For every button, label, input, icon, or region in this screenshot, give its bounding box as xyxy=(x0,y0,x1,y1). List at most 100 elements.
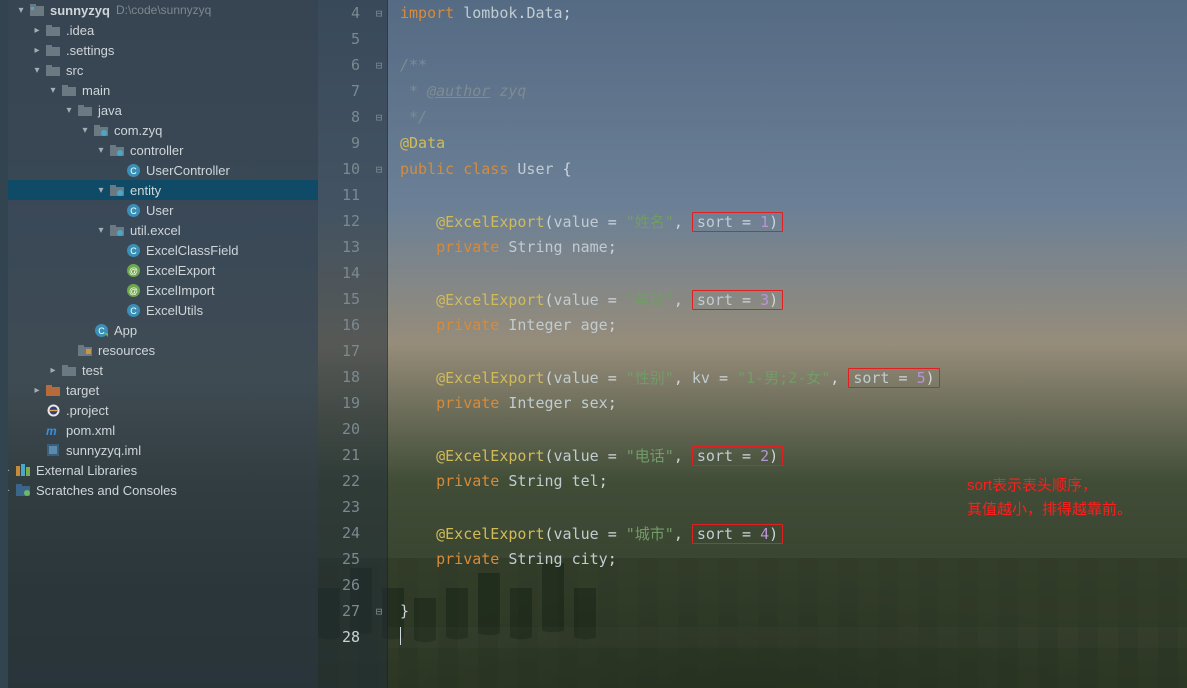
caret-down-icon[interactable]: ▾ xyxy=(78,125,92,136)
code-line[interactable]: 20 xyxy=(318,416,1187,442)
annG-icon: @ xyxy=(124,264,142,277)
caret-right-icon[interactable]: ▸ xyxy=(30,25,44,36)
caret-down-icon[interactable]: ▾ xyxy=(14,5,28,16)
code-content[interactable]: @Data xyxy=(388,134,1187,152)
tree-item-test[interactable]: ▸test xyxy=(0,360,318,380)
tree-item-ExcelUtils[interactable]: ·CExcelUtils xyxy=(0,300,318,320)
code-line[interactable]: 26 xyxy=(318,572,1187,598)
code-content[interactable]: * @author zyq xyxy=(388,82,1187,100)
code-line[interactable]: 15 @ExcelExport(value = "年龄", sort = 3) xyxy=(318,286,1187,312)
code-line[interactable]: 4⊟import lombok.Data; xyxy=(318,0,1187,26)
caret-down-icon[interactable]: ▾ xyxy=(46,85,60,96)
fold-toggle[interactable]: ⊟ xyxy=(370,163,388,176)
tree-item--idea[interactable]: ▸.idea xyxy=(0,20,318,40)
code-line[interactable]: 19 private Integer sex; xyxy=(318,390,1187,416)
caret-down-icon[interactable]: ▾ xyxy=(94,145,108,156)
tree-item-sunnyzyq-iml[interactable]: ·sunnyzyq.iml xyxy=(0,440,318,460)
code-content[interactable]: @ExcelExport(value = "城市", sort = 4) xyxy=(388,523,1187,544)
caret-down-icon[interactable]: ▾ xyxy=(62,105,76,116)
caret-down-icon[interactable]: ▾ xyxy=(30,65,44,76)
tree-item-App[interactable]: ·CApp xyxy=(0,320,318,340)
code-content[interactable]: */ xyxy=(388,108,1187,126)
code-line[interactable]: 8⊟ */ xyxy=(318,104,1187,130)
pkg-icon xyxy=(108,225,126,236)
code-content[interactable]: private Integer sex; xyxy=(388,394,1187,412)
code-content[interactable]: public class User { xyxy=(388,160,1187,178)
code-content[interactable]: @ExcelExport(value = "性别", kv = "1-男;2-女… xyxy=(388,367,1187,388)
code-content[interactable]: @ExcelExport(value = "电话", sort = 2) xyxy=(388,445,1187,466)
fold-toggle[interactable]: ⊟ xyxy=(370,7,388,20)
code-line[interactable]: 14 xyxy=(318,260,1187,286)
fold-toggle[interactable]: ⊟ xyxy=(370,59,388,72)
code-content[interactable]: private String city; xyxy=(388,550,1187,568)
code-content[interactable]: @ExcelExport(value = "姓名", sort = 1) xyxy=(388,211,1187,232)
tree-item-main[interactable]: ▾main xyxy=(0,80,318,100)
code-line[interactable]: 21 @ExcelExport(value = "电话", sort = 2) xyxy=(318,442,1187,468)
caret-right-icon[interactable]: ▸ xyxy=(30,45,44,56)
line-number: 11 xyxy=(318,186,370,204)
code-line[interactable]: 17 xyxy=(318,338,1187,364)
tree-item-ExcelExport[interactable]: ·@ExcelExport xyxy=(0,260,318,280)
tree-item-ExcelImport[interactable]: ·@ExcelImport xyxy=(0,280,318,300)
code-content[interactable] xyxy=(388,627,1187,648)
iml-icon xyxy=(44,444,62,456)
tree-item--settings[interactable]: ▸.settings xyxy=(0,40,318,60)
tree-item-resources[interactable]: ·resources xyxy=(0,340,318,360)
code-content[interactable]: /** xyxy=(388,56,1187,74)
tree-item-UserController[interactable]: ·CUserController xyxy=(0,160,318,180)
tree-item-java[interactable]: ▾java xyxy=(0,100,318,120)
code-line[interactable]: 16 private Integer age; xyxy=(318,312,1187,338)
pkg-icon xyxy=(108,185,126,196)
code-line[interactable]: 7 * @author zyq xyxy=(318,78,1187,104)
scratches-consoles[interactable]: ▸ Scratches and Consoles xyxy=(0,480,318,500)
tree-item-ExcelClassField[interactable]: ·CExcelClassField xyxy=(0,240,318,260)
code-line[interactable]: 11 xyxy=(318,182,1187,208)
code-content[interactable]: @ExcelExport(value = "年龄", sort = 3) xyxy=(388,289,1187,310)
code-content[interactable]: } xyxy=(388,602,1187,620)
code-line[interactable]: 12 @ExcelExport(value = "姓名", sort = 1) xyxy=(318,208,1187,234)
line-number: 28 xyxy=(318,628,370,646)
tree-item-util-excel[interactable]: ▾ util.excel xyxy=(0,220,318,240)
svg-text:C: C xyxy=(130,166,137,176)
external-libraries[interactable]: ▸ External Libraries xyxy=(0,460,318,480)
code-line[interactable]: 13 private String name; xyxy=(318,234,1187,260)
tree-item--project[interactable]: ·.project xyxy=(0,400,318,420)
tree-item-label: util.excel xyxy=(130,223,181,238)
scratches-consoles-label: Scratches and Consoles xyxy=(36,483,177,498)
caret-right-icon[interactable]: ▸ xyxy=(30,385,44,396)
code-line[interactable]: 5 xyxy=(318,26,1187,52)
tree-item-controller[interactable]: ▾controller xyxy=(0,140,318,160)
code-content[interactable]: import lombok.Data; xyxy=(388,4,1187,22)
tree-item-label: pom.xml xyxy=(66,423,115,438)
tree-item-target[interactable]: ▸target xyxy=(0,380,318,400)
code-editor[interactable]: 4⊟import lombok.Data;56⊟/**7 * @author z… xyxy=(318,0,1187,688)
code-line[interactable]: 18 @ExcelExport(value = "性别", kv = "1-男;… xyxy=(318,364,1187,390)
code-line[interactable]: 28 xyxy=(318,624,1187,650)
tree-item-entity[interactable]: ▾entity xyxy=(0,180,318,200)
project-root[interactable]: ▾ sunnyzyq D:\code\sunnyzyq xyxy=(0,0,318,20)
folder-icon xyxy=(44,45,62,56)
fold-toggle[interactable]: ⊟ xyxy=(370,605,388,618)
code-line[interactable]: 24 @ExcelExport(value = "城市", sort = 4) xyxy=(318,520,1187,546)
line-number: 12 xyxy=(318,212,370,230)
project-tree-panel[interactable]: ▾ sunnyzyq D:\code\sunnyzyq ▸.idea▸.sett… xyxy=(0,0,318,688)
tree-item-com-zyq[interactable]: ▾com.zyq xyxy=(0,120,318,140)
tree-item-pom-xml[interactable]: ·mpom.xml xyxy=(0,420,318,440)
code-line[interactable]: 10⊟public class User { xyxy=(318,156,1187,182)
code-line[interactable]: 27⊟} xyxy=(318,598,1187,624)
annotation-note-line2: 其值越小，排得越靠前。 xyxy=(967,498,1132,522)
cls-icon: C xyxy=(124,304,142,317)
code-content[interactable]: private Integer age; xyxy=(388,316,1187,334)
tree-item-src[interactable]: ▾src xyxy=(0,60,318,80)
code-content[interactable]: private String name; xyxy=(388,238,1187,256)
tree-item-label: ExcelClassField xyxy=(146,243,238,258)
code-line[interactable]: 25 private String city; xyxy=(318,546,1187,572)
caret-down-icon[interactable]: ▾ xyxy=(94,185,108,196)
code-line[interactable]: 6⊟/** xyxy=(318,52,1187,78)
fold-toggle[interactable]: ⊟ xyxy=(370,111,388,124)
caret-down-icon[interactable]: ▾ xyxy=(94,225,108,236)
tree-item-User[interactable]: ·CUser xyxy=(0,200,318,220)
caret-right-icon[interactable]: ▸ xyxy=(46,365,60,376)
cls-icon: C xyxy=(124,204,142,217)
code-line[interactable]: 9@Data xyxy=(318,130,1187,156)
